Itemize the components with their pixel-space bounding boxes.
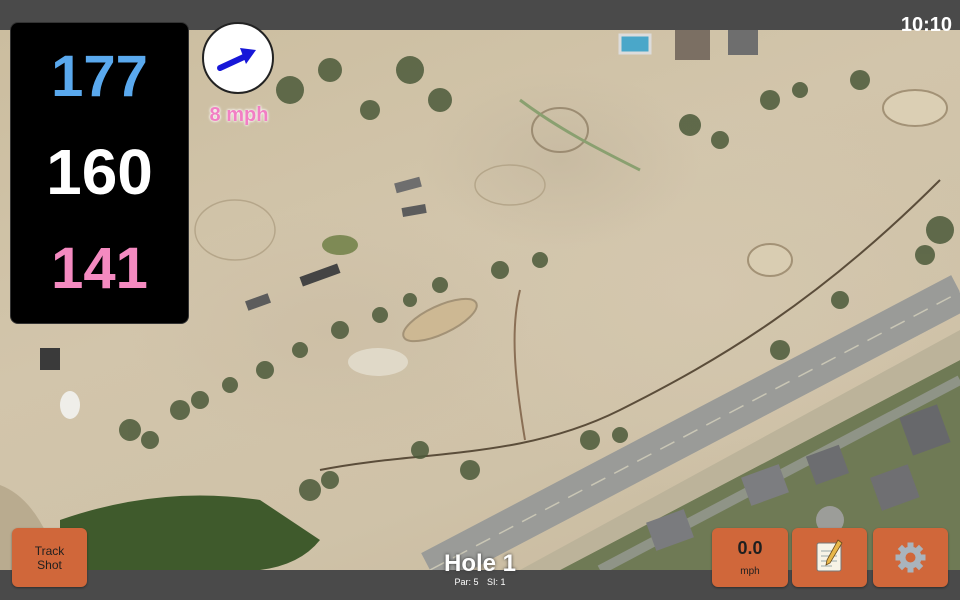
settings-button[interactable] bbox=[873, 528, 948, 587]
middle-yardage: 160 bbox=[46, 136, 153, 208]
track-shot-label-line2: Shot bbox=[37, 558, 62, 572]
track-shot-button[interactable]: Track Shot bbox=[12, 528, 87, 587]
wind-speed-label: 8 mph bbox=[209, 104, 269, 126]
front-yardage: 141 bbox=[51, 236, 148, 301]
track-shot-label-line1: Track bbox=[34, 544, 65, 558]
scorecard-button[interactable] bbox=[792, 528, 867, 587]
hole-stroke-index: SI: 1 bbox=[487, 577, 506, 587]
yardage-panel: 177 160 141 bbox=[10, 22, 189, 324]
speed-value: 0.0 bbox=[737, 538, 763, 558]
hole-title: Hole 1 bbox=[443, 550, 517, 577]
speed-unit: mph bbox=[740, 566, 760, 577]
wind-arrow-icon bbox=[217, 48, 256, 71]
speed-button[interactable]: 0.0 mph bbox=[712, 528, 788, 587]
notepad-icon bbox=[816, 539, 843, 572]
gear-icon bbox=[895, 542, 926, 573]
hole-par: Par: 5 bbox=[454, 577, 479, 587]
wind-indicator bbox=[202, 22, 274, 94]
back-yardage: 177 bbox=[51, 44, 148, 109]
hole-info: Par: 5 SI: 1 bbox=[380, 577, 580, 587]
status-clock: 10:10 bbox=[900, 14, 952, 36]
